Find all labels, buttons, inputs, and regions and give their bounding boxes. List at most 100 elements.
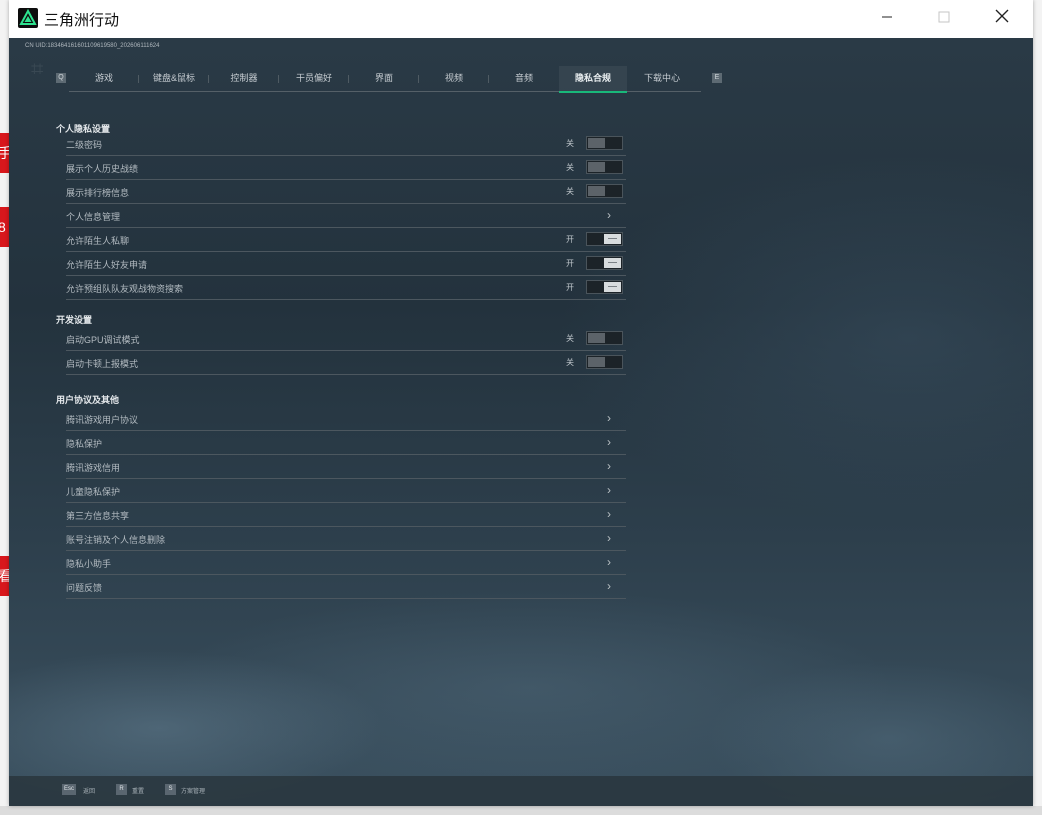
tab-label: 隐私合规	[574, 73, 611, 83]
desktop-red-tab: 8	[0, 207, 9, 247]
toggle-switch[interactable]	[586, 256, 623, 270]
chevron-right-icon[interactable]: ›	[607, 435, 611, 449]
tab-4[interactable]: 界面	[349, 66, 419, 91]
tab-7[interactable]: 隐私合规	[559, 66, 627, 93]
app-logo-icon	[18, 8, 38, 28]
tab-label: 视频	[444, 73, 463, 83]
settings-row: 启动GPU调试模式 关	[66, 327, 626, 351]
settings-row-label: 启动GPU调试模式	[66, 335, 140, 345]
desktop-edge-right	[1032, 0, 1042, 815]
chevron-right-icon[interactable]: ›	[607, 531, 611, 545]
toggle-switch[interactable]	[586, 136, 623, 150]
minimize-icon	[882, 16, 892, 18]
toggle-state-label: 开	[566, 259, 574, 268]
settings-panel: CN UID:183464161601109619580_20260611162…	[9, 38, 1033, 806]
toggle-switch[interactable]	[586, 184, 623, 198]
tab-3[interactable]: 干员偏好	[279, 66, 349, 91]
toggle-state-label: 关	[566, 358, 574, 367]
toggle-switch[interactable]	[586, 355, 623, 369]
tab-label: 键盘&鼠标	[152, 73, 195, 83]
settings-row-label: 腾讯游戏用户协议	[66, 415, 139, 425]
game-window: 三角洲行动 CN UID:183464161601109619580_20260…	[9, 0, 1033, 806]
toggle-state-label: 开	[566, 283, 574, 292]
settings-row: 启动卡顿上报模式 关	[66, 351, 626, 375]
toggle-knob	[604, 282, 621, 292]
settings-row[interactable]: 个人信息管理 ›	[66, 204, 626, 228]
maximize-icon	[938, 11, 950, 23]
footer-key-hint[interactable]: Esc	[62, 784, 77, 795]
settings-row[interactable]: 腾讯游戏信用 ›	[66, 455, 626, 479]
settings-row: 展示个人历史战绩 关	[66, 156, 626, 180]
chevron-right-icon[interactable]: ›	[607, 483, 611, 497]
toggle-state-label: 开	[566, 235, 574, 244]
toggle-knob	[604, 234, 621, 244]
tab-8[interactable]: 下载中心	[627, 66, 697, 91]
settings-row: 展示排行榜信息 关	[66, 180, 626, 204]
chevron-right-icon[interactable]: ›	[607, 579, 611, 593]
settings-row-label: 腾讯游戏信用	[66, 463, 121, 473]
settings-row-label: 隐私保护	[66, 439, 103, 449]
settings-row[interactable]: 腾讯游戏用户协议 ›	[66, 407, 626, 431]
settings-row-label: 允许陌生人好友申请	[66, 260, 148, 270]
tab-prev-key-icon[interactable]: Q	[56, 73, 66, 83]
settings-row[interactable]: 隐私小助手 ›	[66, 551, 626, 575]
desktop-red-tab: 看	[0, 556, 9, 596]
desktop-red-tab: 手	[0, 133, 9, 173]
toggle-knob	[604, 258, 621, 268]
toggle-state-label: 关	[566, 187, 574, 196]
desktop-edge-bottom	[0, 806, 1042, 815]
tab-label: 控制器	[230, 73, 258, 83]
toggle-switch[interactable]	[586, 232, 623, 246]
toggle-knob	[588, 333, 605, 343]
tab-1[interactable]: 键盘&鼠标	[139, 66, 209, 91]
toggle-state-label: 关	[566, 139, 574, 148]
tab-label: 音频	[514, 73, 533, 83]
section-title-agreements: 用户协议及其他	[56, 395, 120, 405]
settings-row[interactable]: 第三方信息共享 ›	[66, 503, 626, 527]
settings-row[interactable]: 隐私保护 ›	[66, 431, 626, 455]
settings-row[interactable]: 账号注销及个人信息删除 ›	[66, 527, 626, 551]
chevron-right-icon[interactable]: ›	[607, 555, 611, 569]
footer-key-label: 方案管理	[181, 789, 206, 795]
maximize-button[interactable]	[921, 0, 967, 38]
close-icon	[995, 9, 1009, 23]
tab-0[interactable]: 游戏	[69, 66, 139, 91]
toggle-knob	[588, 138, 605, 148]
toggle-state-label: 关	[566, 163, 574, 172]
toggle-state-label: 关	[566, 334, 574, 343]
chevron-right-icon[interactable]: ›	[607, 507, 611, 521]
chevron-right-icon[interactable]: ›	[607, 411, 611, 425]
settings-row-label: 问题反馈	[66, 583, 103, 593]
settings-row-label: 第三方信息共享	[66, 511, 130, 521]
settings-row-label: 展示排行榜信息	[66, 188, 130, 198]
toggle-switch[interactable]	[586, 160, 623, 174]
minimize-button[interactable]	[864, 0, 910, 38]
section-title-developer: 开发设置	[56, 315, 93, 325]
footer-key-label: 返回	[83, 789, 96, 795]
window-title: 三角洲行动	[44, 12, 120, 29]
settings-row-label: 儿童隐私保护	[66, 487, 121, 497]
settings-row-label: 允许预组队队友观战物资搜索	[66, 284, 184, 294]
tab-next-key-icon[interactable]: E	[712, 73, 722, 83]
footer-key-hint[interactable]: S	[165, 784, 176, 795]
settings-row: 允许预组队队友观战物资搜索 开	[66, 276, 626, 300]
settings-row[interactable]: 问题反馈 ›	[66, 575, 626, 599]
settings-row: 二级密码 关	[66, 132, 626, 156]
settings-row-label: 展示个人历史战绩	[66, 164, 139, 174]
tab-5[interactable]: 视频	[419, 66, 489, 91]
settings-row-label: 允许陌生人私聊	[66, 236, 130, 246]
toggle-switch[interactable]	[586, 280, 623, 294]
footer-key-hint[interactable]: R	[116, 784, 127, 795]
toggle-knob	[588, 186, 605, 196]
settings-row[interactable]: 儿童隐私保护 ›	[66, 479, 626, 503]
tab-6[interactable]: 音频	[489, 66, 559, 91]
chevron-right-icon[interactable]: ›	[607, 459, 611, 473]
toggle-knob	[588, 357, 605, 367]
footer-key-label: 重置	[132, 789, 145, 795]
settings-row-label: 个人信息管理	[66, 212, 121, 222]
chevron-right-icon[interactable]: ›	[607, 208, 611, 222]
footer-hint-bar: Esc 返回 R 重置 S 方案管理	[9, 776, 1033, 806]
close-button[interactable]	[979, 0, 1025, 38]
toggle-switch[interactable]	[586, 331, 623, 345]
tab-2[interactable]: 控制器	[209, 66, 279, 91]
